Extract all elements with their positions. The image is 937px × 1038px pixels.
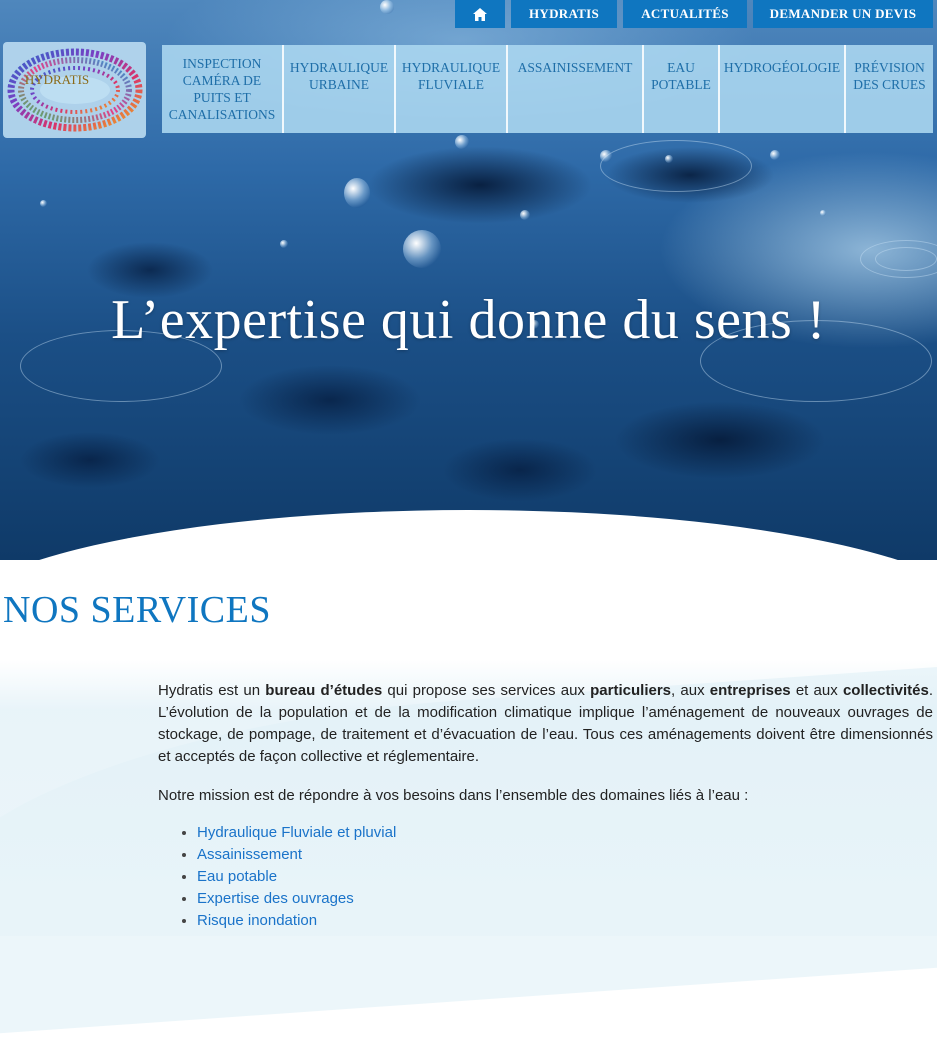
nav-inspection-camera[interactable]: INSPECTION CAMÉRA DE PUITS ET CANALISATI… [162, 45, 284, 133]
list-item: Risque inondation [197, 910, 933, 932]
nav-eau-potable[interactable]: EAU POTABLE [644, 45, 720, 133]
mission-paragraph: Notre mission est de répondre à vos beso… [158, 787, 749, 804]
section-title: NOS SERVICES [3, 589, 271, 631]
intro-text: Hydratis est un [158, 682, 266, 699]
service-link-eau-potable[interactable]: Eau potable [197, 868, 277, 885]
service-link-assainissement[interactable]: Assainissement [197, 846, 302, 863]
intro-bold-collectivites: collectivités [842, 682, 929, 699]
service-link-hydraulique[interactable]: Hydraulique Fluviale et pluvial [197, 824, 396, 841]
services-content: Hydratis est un bureau d’études qui prop… [158, 680, 933, 932]
list-item: Expertise des ouvrages [197, 888, 933, 910]
logo-text: HYDRATIS [25, 72, 89, 87]
nav-hydraulique-fluviale[interactable]: HYDRAULIQUE FLUVIALE [396, 45, 508, 133]
services-list: Hydraulique Fluviale et pluvial Assainis… [158, 822, 933, 932]
intro-paragraph: Hydratis est un bureau d’études qui prop… [158, 680, 933, 768]
nav-assainissement[interactable]: ASSAINISSEMENT [508, 45, 644, 133]
intro-text: et aux [790, 682, 843, 699]
nav-prevision-des-crues[interactable]: PRÉVISION DES CRUES [846, 45, 933, 133]
logo-graphic: HYDRATIS [7, 48, 143, 132]
intro-bold-entreprises: entreprises [709, 682, 791, 699]
intro-bold-particuliers: particuliers [590, 682, 672, 699]
list-item: Eau potable [197, 866, 933, 888]
main-navigation: INSPECTION CAMÉRA DE PUITS ET CANALISATI… [162, 45, 933, 133]
hero-title: L’expertise qui donne du sens ! [111, 289, 826, 351]
nav-hydraulique-urbaine[interactable]: HYDRAULIQUE URBAINE [284, 45, 396, 133]
service-link-risque-inondation[interactable]: Risque inondation [197, 912, 317, 929]
topbar-actualites-link[interactable]: ACTUALITÉS [623, 0, 747, 28]
list-item: Assainissement [197, 844, 933, 866]
list-item: Hydraulique Fluviale et pluvial [197, 822, 933, 844]
intro-text: qui propose ses services aux [382, 682, 591, 699]
nav-hydrogeologie[interactable]: HYDROGÉOLOGIE [720, 45, 846, 133]
home-icon [473, 7, 487, 21]
top-bar: HYDRATIS ACTUALITÉS DEMANDER UN DEVIS [455, 0, 933, 28]
intro-bold-bureau: bureau d’études [265, 682, 383, 699]
topbar-hydratis-link[interactable]: HYDRATIS [511, 0, 617, 28]
topbar-devis-link[interactable]: DEMANDER UN DEVIS [753, 0, 933, 28]
hero-bottom-curve [0, 510, 937, 560]
service-link-expertise[interactable]: Expertise des ouvrages [197, 890, 354, 907]
logo[interactable]: HYDRATIS [3, 42, 146, 138]
home-button[interactable] [455, 0, 505, 28]
intro-text: , aux [671, 682, 710, 699]
